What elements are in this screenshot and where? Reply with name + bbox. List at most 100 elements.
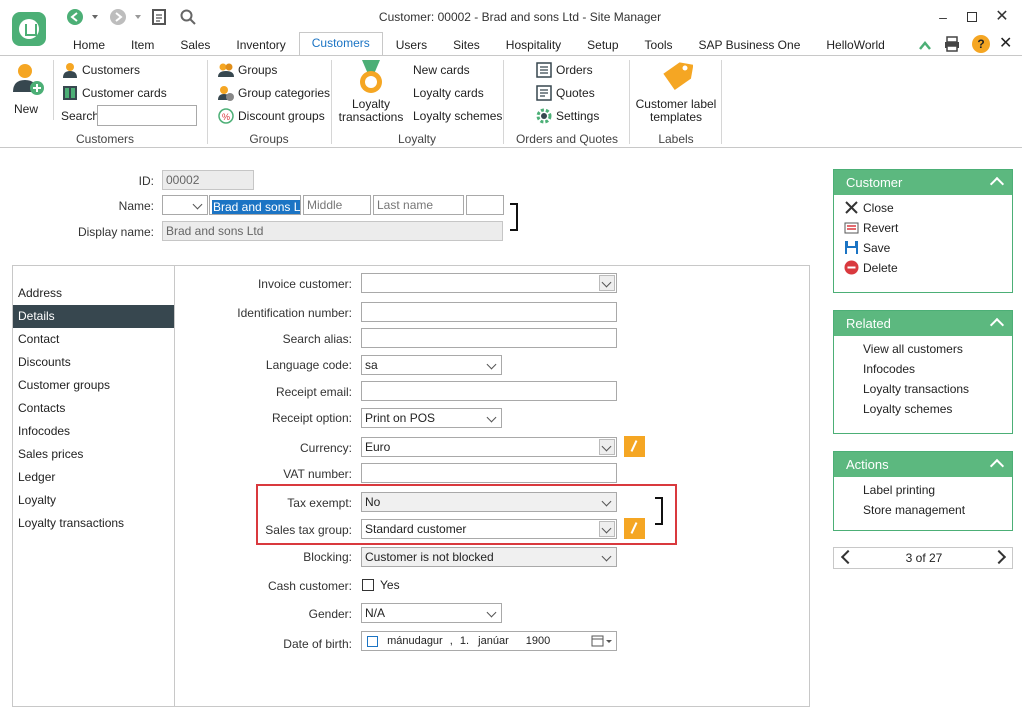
language-code-select[interactable]: sa xyxy=(361,355,502,375)
customers-button[interactable]: Customers xyxy=(62,62,152,80)
last-name-field[interactable]: Last name xyxy=(373,195,464,215)
currency-select[interactable]: Euro xyxy=(361,437,617,457)
nav-address[interactable]: Address xyxy=(13,282,175,305)
nav-customer-groups[interactable]: Customer groups xyxy=(13,374,175,397)
customer-panel-header[interactable]: Customer xyxy=(834,170,1012,195)
related-loyalty-transactions[interactable]: Loyalty transactions xyxy=(863,382,969,396)
nav-ledger[interactable]: Ledger xyxy=(13,466,175,489)
middle-name-field[interactable]: Middle xyxy=(303,195,371,215)
date-of-birth-field[interactable]: mánudagur , 1. janúar 1900 xyxy=(361,631,617,651)
tab-sales[interactable]: Sales xyxy=(167,34,223,55)
related-view-all-customers[interactable]: View all customers xyxy=(863,342,963,356)
close-tab-icon[interactable]: ✕ xyxy=(999,35,1012,53)
related-panel-header[interactable]: Related xyxy=(834,311,1012,336)
customer-cards-button[interactable]: Customer cards xyxy=(62,85,172,103)
tab-customers[interactable]: Customers xyxy=(298,32,383,55)
tab-inventory[interactable]: Inventory xyxy=(223,34,298,55)
forward-dropdown-icon[interactable] xyxy=(135,15,141,19)
name-suffix-field[interactable] xyxy=(466,195,504,215)
search-alias-field[interactable] xyxy=(361,328,617,348)
nav-loyalty-transactions[interactable]: Loyalty transactions xyxy=(13,512,175,535)
nav-sales-prices[interactable]: Sales prices xyxy=(13,443,175,466)
customer-cards-label: Customer cards xyxy=(82,86,167,100)
new-cards-link[interactable]: New cards xyxy=(413,63,470,77)
app-logo-icon xyxy=(12,12,46,46)
cash-customer-checkbox-label: Yes xyxy=(380,578,400,592)
tab-sap-business-one[interactable]: SAP Business One xyxy=(686,34,814,55)
tab-hospitality[interactable]: Hospitality xyxy=(493,34,574,55)
id-field: 00002 xyxy=(162,170,254,190)
forward-icon[interactable] xyxy=(110,9,126,25)
ribbon-search-input[interactable] xyxy=(97,105,197,126)
loyalty-transactions-button[interactable]: Loyalty transactions xyxy=(338,60,404,126)
receipt-email-field[interactable] xyxy=(361,381,617,401)
delete-action[interactable]: Delete xyxy=(863,261,898,275)
group-categories-button[interactable]: Group categories xyxy=(218,85,330,103)
close-action[interactable]: Close xyxy=(863,201,894,215)
next-record-icon[interactable] xyxy=(991,549,1007,565)
date-checkbox[interactable] xyxy=(367,635,378,647)
chevron-down-icon xyxy=(599,439,615,455)
display-name-field: Brad and sons Ltd xyxy=(162,221,503,241)
collapse-ribbon-icon[interactable] xyxy=(918,39,932,53)
cash-customer-checkbox[interactable] xyxy=(362,579,374,591)
action-label-printing[interactable]: Label printing xyxy=(863,483,935,497)
settings-button[interactable]: Settings xyxy=(536,108,606,126)
tab-setup[interactable]: Setup xyxy=(574,34,631,55)
first-name-field[interactable]: Brad and sons Ltd xyxy=(209,195,301,215)
nav-contact[interactable]: Contact xyxy=(13,328,175,351)
maximize-icon[interactable] xyxy=(963,8,981,26)
nav-infocodes[interactable]: Infocodes xyxy=(13,420,175,443)
back-icon[interactable] xyxy=(67,9,83,25)
edit-currency-button[interactable] xyxy=(624,436,645,457)
print-icon[interactable] xyxy=(944,36,960,52)
invoice-customer-select[interactable] xyxy=(361,273,617,293)
blocking-select[interactable]: Customer is not blocked xyxy=(361,547,617,567)
quotes-button[interactable]: Quotes xyxy=(536,85,606,103)
search-icon[interactable] xyxy=(180,9,196,25)
action-store-management[interactable]: Store management xyxy=(863,503,965,517)
vat-number-field[interactable] xyxy=(361,463,617,483)
customer-label-templates-button[interactable]: Customer label templates xyxy=(634,60,718,126)
previous-record-icon[interactable] xyxy=(840,549,856,565)
nav-contacts[interactable]: Contacts xyxy=(13,397,175,420)
related-loyalty-schemes[interactable]: Loyalty schemes xyxy=(863,402,952,416)
tab-item[interactable]: Item xyxy=(118,34,167,55)
discount-groups-button[interactable]: % Discount groups xyxy=(218,108,328,126)
loyalty-schemes-link[interactable]: Loyalty schemes xyxy=(413,109,502,123)
tab-home[interactable]: Home xyxy=(60,34,118,55)
tab-helloworld[interactable]: HelloWorld xyxy=(813,34,897,55)
receipt-option-select[interactable]: Print on POS xyxy=(361,408,502,428)
revert-action[interactable]: Revert xyxy=(863,221,898,235)
notes-icon[interactable] xyxy=(152,9,166,25)
name-title-select[interactable] xyxy=(162,195,208,215)
tab-tools[interactable]: Tools xyxy=(632,34,686,55)
gender-select[interactable]: N/A xyxy=(361,603,502,623)
language-code-label: Language code: xyxy=(265,358,352,372)
loyalty-cards-link[interactable]: Loyalty cards xyxy=(413,86,484,100)
tab-users[interactable]: Users xyxy=(383,34,440,55)
related-infocodes[interactable]: Infocodes xyxy=(863,362,915,376)
nav-details[interactable]: Details xyxy=(13,305,175,328)
actions-panel-header[interactable]: Actions xyxy=(834,452,1012,477)
groups-button[interactable]: Groups xyxy=(218,62,298,80)
customers-label: Customers xyxy=(82,63,141,77)
close-window-icon[interactable]: ✕ xyxy=(993,8,1011,26)
identification-number-field[interactable] xyxy=(361,302,617,322)
save-action[interactable]: Save xyxy=(863,241,890,255)
tax-fields-highlight xyxy=(256,484,677,545)
minimize-icon[interactable]: – xyxy=(934,8,952,26)
new-customer-button[interactable]: New xyxy=(8,60,46,116)
dob-year: 1900 xyxy=(525,635,551,647)
back-dropdown-icon[interactable] xyxy=(92,15,98,19)
nav-discounts[interactable]: Discounts xyxy=(13,351,175,374)
orders-button[interactable]: Orders xyxy=(536,62,606,80)
nav-loyalty[interactable]: Loyalty xyxy=(13,489,175,512)
id-label: ID: xyxy=(138,174,154,188)
calendar-icon[interactable] xyxy=(591,634,613,648)
ribbon-separator xyxy=(629,60,630,144)
groups-icon xyxy=(218,63,234,77)
tab-sites[interactable]: Sites xyxy=(440,34,493,55)
help-icon[interactable]: ? xyxy=(972,35,990,53)
groups-label: Groups xyxy=(238,63,278,77)
